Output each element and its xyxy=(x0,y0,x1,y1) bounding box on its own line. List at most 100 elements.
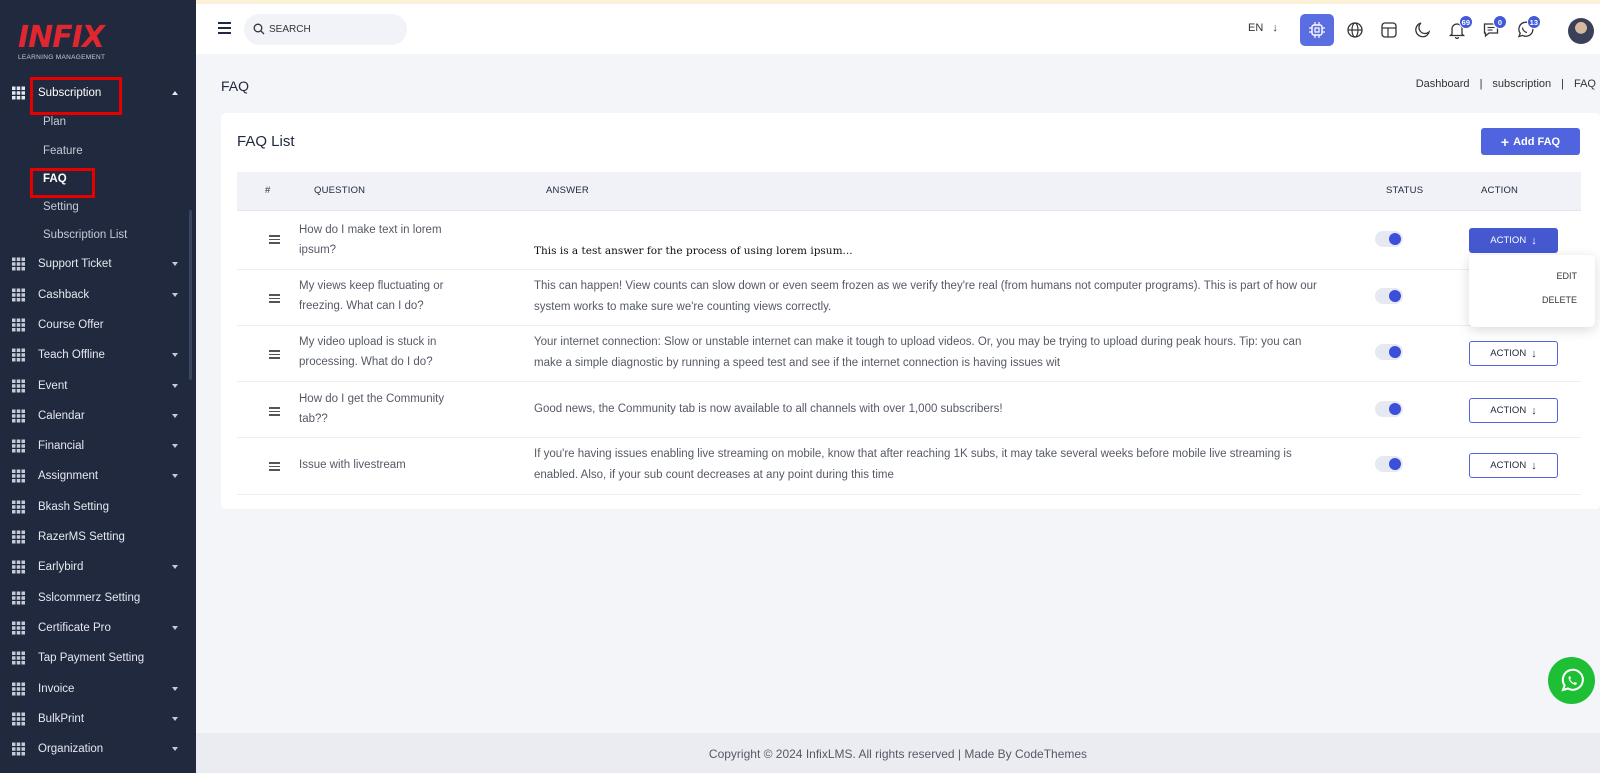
action-button[interactable]: ACTION ↓ xyxy=(1469,453,1558,478)
drag-handle-icon[interactable] xyxy=(269,407,280,416)
sidebar-item-tap-payment-setting[interactable]: Tap Payment Setting xyxy=(0,643,196,673)
sidebar-item-organization[interactable]: Organization xyxy=(0,734,196,764)
whatsapp-button[interactable] xyxy=(1548,657,1595,704)
grid-icon xyxy=(12,560,25,574)
sidebar-item-event[interactable]: Event xyxy=(0,370,196,400)
status-toggle[interactable] xyxy=(1375,401,1403,417)
delete-menu-item[interactable]: DELETE xyxy=(1542,295,1577,305)
action-button[interactable]: ACTION ↓ xyxy=(1469,398,1558,423)
caret-down-icon xyxy=(172,353,178,358)
drag-handle-icon[interactable] xyxy=(269,294,280,303)
drag-handle-icon[interactable] xyxy=(269,350,280,359)
faq-question: How do I make text in lorem ipsum? xyxy=(299,224,442,256)
breadcrumb-dashboard[interactable]: Dashboard xyxy=(1416,78,1470,90)
grid-icon xyxy=(12,348,25,362)
breadcrumb: Dashboard | subscription | FAQ xyxy=(1416,78,1596,90)
chat-button[interactable]: 13 xyxy=(1508,14,1542,46)
sidebar-subitem-faq[interactable]: FAQ xyxy=(0,165,196,193)
layout-button[interactable] xyxy=(1372,14,1406,46)
sidebar-item-label: Support Ticket xyxy=(38,258,112,271)
moon-icon xyxy=(1415,22,1431,38)
sidebar-subitem-feature[interactable]: Feature xyxy=(0,136,196,164)
action-dropdown: EDIT DELETE xyxy=(1469,255,1595,327)
globe-icon xyxy=(1347,22,1363,38)
sidebar-item-razerms-setting[interactable]: RazerMS Setting xyxy=(0,522,196,552)
sidebar-item-subscription[interactable]: Subscription xyxy=(0,78,196,108)
website-button[interactable] xyxy=(1338,14,1372,46)
grid-icon xyxy=(12,500,25,514)
sidebar-item-certificate-pro[interactable]: Certificate Pro xyxy=(0,613,196,643)
caret-down-icon xyxy=(172,444,178,449)
faq-answer: This can happen! View counts can slow do… xyxy=(534,280,1317,313)
status-toggle[interactable] xyxy=(1375,231,1403,247)
sidebar-item-bulkprint[interactable]: BulkPrint xyxy=(0,704,196,734)
status-toggle[interactable] xyxy=(1375,456,1403,472)
sidebar-item-earlybird[interactable]: Earlybird xyxy=(0,552,196,582)
chat-badge: 13 xyxy=(1526,15,1541,29)
footer: Copyright © 2024 InfixLMS. All rights re… xyxy=(196,733,1600,773)
drag-handle-icon[interactable] xyxy=(269,462,280,471)
sidebar-item-cashback[interactable]: Cashback xyxy=(0,280,196,310)
faq-answer: Good news, the Community tab is now avai… xyxy=(534,403,1003,415)
logo[interactable]: INFIX LEARNING MANAGEMENT xyxy=(18,22,118,62)
grid-icon xyxy=(12,86,25,100)
column-header-answer[interactable]: ANSWER xyxy=(546,185,589,196)
table-row: My video upload is stuck in processing. … xyxy=(237,326,1581,382)
language-label: EN xyxy=(1248,22,1264,34)
logo-tagline: LEARNING MANAGEMENT xyxy=(18,54,106,61)
sidebar-subitem-setting[interactable]: Setting xyxy=(0,193,196,221)
caret-down-icon xyxy=(172,747,178,752)
avatar[interactable] xyxy=(1568,18,1594,44)
messages-button[interactable]: 0 xyxy=(1474,14,1508,46)
settings-button[interactable] xyxy=(1300,14,1334,46)
caret-down-icon xyxy=(172,413,178,418)
notifications-button[interactable]: 69 xyxy=(1440,14,1474,46)
caret-down-icon xyxy=(172,262,178,267)
top-header: EN ↓ 69 0 13 xyxy=(196,0,1600,54)
sidebar-item-label: Invoice xyxy=(38,682,75,695)
menu-icon[interactable] xyxy=(218,22,231,34)
sidebar-item-teach-offline[interactable]: Teach Offline xyxy=(0,340,196,370)
card-title: FAQ List xyxy=(237,133,295,150)
breadcrumb-subscription[interactable]: subscription xyxy=(1492,78,1551,90)
status-toggle[interactable] xyxy=(1375,288,1403,304)
action-button[interactable]: ACTION ↓ xyxy=(1469,228,1558,253)
action-button[interactable]: ACTION ↓ xyxy=(1469,341,1558,366)
sidebar-item-bkash-setting[interactable]: Bkash Setting xyxy=(0,492,196,522)
sidebar-item-invoice[interactable]: Invoice xyxy=(0,673,196,703)
sidebar-subitem-subscription-list[interactable]: Subscription List xyxy=(0,221,196,249)
language-selector[interactable]: EN ↓ xyxy=(1248,22,1278,34)
grid-icon xyxy=(12,409,25,423)
sidebar-item-calendar[interactable]: Calendar xyxy=(0,401,196,431)
grid-icon xyxy=(12,621,25,635)
column-header-status[interactable]: STATUS xyxy=(1386,185,1423,196)
search-icon xyxy=(253,23,265,35)
faq-question: My video upload is stuck in processing. … xyxy=(299,336,437,368)
sidebar-item-financial[interactable]: Financial xyxy=(0,431,196,461)
sidebar-subitem-plan[interactable]: Plan xyxy=(0,108,196,136)
messages-badge: 0 xyxy=(1493,15,1507,29)
sidebar-item-label: Subscription xyxy=(38,87,102,100)
sidebar-item-support-ticket[interactable]: Support Ticket xyxy=(0,249,196,279)
sidebar-item-label: Bkash Setting xyxy=(38,500,109,513)
sidebar-item-course-offer[interactable]: Course Offer xyxy=(0,310,196,340)
grid-icon xyxy=(12,591,25,605)
faq-question: How do I get the Community tab?? xyxy=(299,393,445,425)
drag-handle-icon[interactable] xyxy=(269,235,280,244)
faq-question: My views keep fluctuating or freezing. W… xyxy=(299,280,444,312)
status-toggle[interactable] xyxy=(1375,344,1403,360)
table-row: My views keep fluctuating or freezing. W… xyxy=(237,270,1581,326)
column-header-question[interactable]: QUESTION xyxy=(314,185,365,196)
sidebar-item-sslcommerz-setting[interactable]: Sslcommerz Setting xyxy=(0,583,196,613)
edit-menu-item[interactable]: EDIT xyxy=(1556,271,1577,281)
notification-badge: 69 xyxy=(1458,15,1473,29)
sidebar-item-label: BulkPrint xyxy=(38,712,85,725)
dark-mode-toggle[interactable] xyxy=(1406,14,1440,46)
sidebar-item-assignment[interactable]: Assignment xyxy=(0,461,196,491)
add-faq-button[interactable]: + Add FAQ xyxy=(1481,128,1580,155)
sidebar-nav: Subscription Plan Feature FAQ Setting Su… xyxy=(0,78,196,764)
sidebar-item-label: Event xyxy=(38,379,68,392)
search-input[interactable] xyxy=(269,21,399,38)
faq-question: Issue with livestream xyxy=(299,459,406,471)
arrow-down-icon: ↓ xyxy=(1531,234,1537,247)
